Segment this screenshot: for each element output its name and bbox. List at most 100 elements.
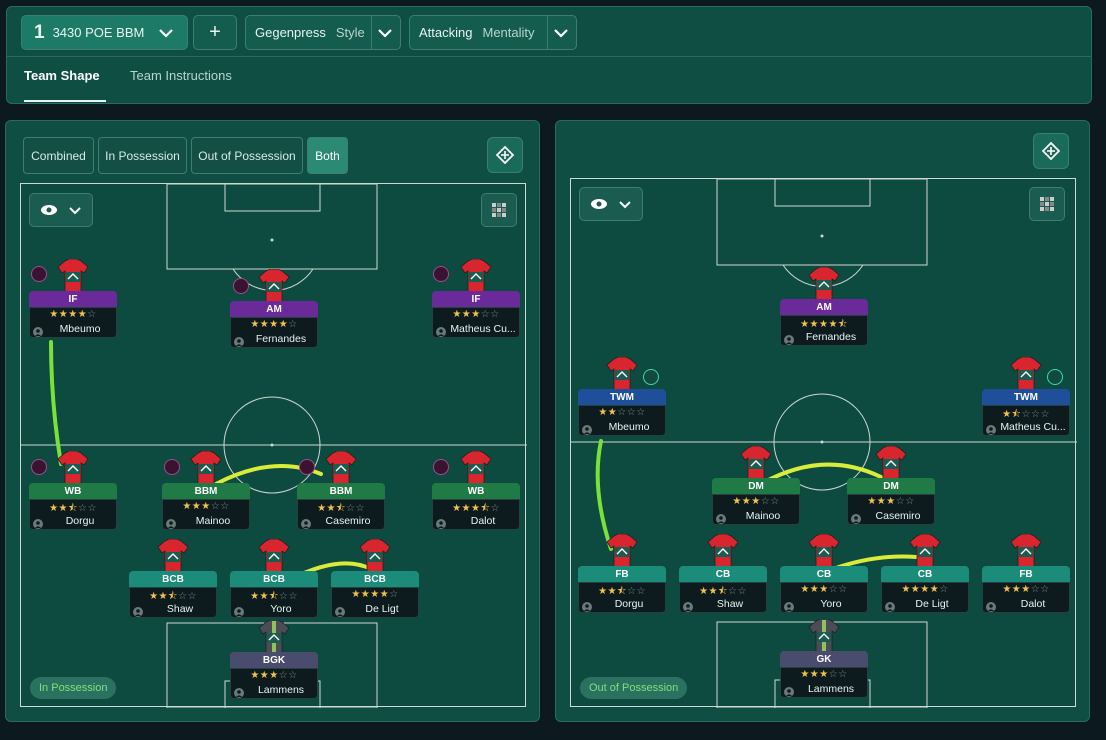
player-card[interactable]: WB ★★★⯪☆ Dalot <box>432 450 520 530</box>
player-card[interactable]: GK ★★★☆☆ Lammens <box>780 618 868 698</box>
role-label: CB <box>881 566 969 582</box>
pressing-style-dropdown[interactable]: Gegenpress Style <box>245 15 401 50</box>
player-card[interactable]: IF ★★★☆☆ Matheus Cu... <box>432 258 520 338</box>
pitch: Out of Possession AM ★★★★⯪ Fernandes TWM ★★☆… <box>570 178 1077 708</box>
player-name: De Ligt <box>915 598 949 610</box>
swap-view-button[interactable] <box>1033 133 1069 169</box>
star-rating: ★★★☆☆ <box>732 496 780 507</box>
person-icon <box>582 422 592 435</box>
player-card[interactable]: TWM ★⯪☆☆☆ Matheus Cu... <box>982 356 1070 436</box>
role-label: DM <box>712 478 800 494</box>
phase-label: Out of Possession <box>580 677 688 699</box>
person-icon <box>885 599 895 612</box>
player-card[interactable]: DM ★★★☆☆ Casemiro <box>847 445 935 525</box>
tab-team-shape[interactable]: Team Shape <box>24 68 106 102</box>
player-card[interactable]: DM ★★★☆☆ Mainoo <box>712 445 800 525</box>
role-duty-icon <box>433 459 449 475</box>
grid-view-button[interactable] <box>1029 187 1065 221</box>
player-info: ★★★☆☆ Matheus Cu... <box>432 307 520 338</box>
player-name: Yoro <box>820 598 842 610</box>
player-name: Shaw <box>166 603 194 615</box>
star-rating: ★★★★☆ <box>901 584 949 595</box>
player-card[interactable]: BCB ★★⯪☆☆ Yoro <box>230 538 318 618</box>
player-card[interactable]: WB ★★⯪☆☆ Dorgu <box>29 450 117 530</box>
person-icon <box>986 599 996 612</box>
segment-combined[interactable]: Combined <box>23 137 94 174</box>
segment-in-possession[interactable]: In Possession <box>98 137 187 174</box>
person-icon <box>234 685 244 698</box>
player-card[interactable]: BCB ★★★★☆ De Ligt <box>331 538 419 618</box>
player-name: Fernandes <box>805 331 857 343</box>
player-card[interactable]: IF ★★★★☆ Mbeumo <box>29 258 117 338</box>
phase-label: In Possession <box>30 677 117 699</box>
shirt-icon <box>740 445 772 480</box>
player-name: Casemiro <box>875 510 921 522</box>
person-icon <box>335 604 345 617</box>
player-name: Matheus Cu... <box>1000 421 1066 433</box>
diamond-arrows-icon <box>496 146 514 164</box>
player-name: Lammens <box>807 683 855 695</box>
role-duty-icon <box>164 459 180 475</box>
formation-dropdown[interactable]: 1 3430 POE BBM <box>21 15 188 50</box>
role-duty-icon <box>643 369 659 385</box>
segment-both[interactable]: Both <box>307 137 348 174</box>
person-icon <box>133 604 143 617</box>
out-of-possession-panel: Out of Possession AM ★★★★⯪ Fernandes TWM ★★☆… <box>555 120 1090 722</box>
add-tactic-button[interactable]: + <box>193 15 237 50</box>
role-label: FB <box>982 566 1070 582</box>
person-icon <box>301 516 311 529</box>
star-rating: ★★★★☆ <box>49 309 97 320</box>
chevron-down-icon <box>378 29 392 38</box>
player-info: ★★⯪☆☆ Dorgu <box>29 499 117 530</box>
segment-out-of-possession[interactable]: Out of Possession <box>191 137 303 174</box>
player-name: De Ligt <box>365 603 399 615</box>
player-name: Matheus Cu... <box>450 323 516 335</box>
shirt-icon <box>258 268 290 303</box>
shirt-icon <box>1010 356 1042 391</box>
person-icon <box>784 684 794 697</box>
swap-view-button[interactable] <box>487 137 523 173</box>
visibility-dropdown[interactable] <box>579 187 643 221</box>
shirt-icon <box>57 258 89 293</box>
star-rating: ★★★☆☆ <box>1002 584 1050 595</box>
player-card[interactable]: TWM ★★☆☆☆ Mbeumo <box>578 356 666 436</box>
player-card[interactable]: AM ★★★★☆ Fernandes <box>230 268 318 348</box>
visibility-dropdown[interactable] <box>29 193 93 227</box>
role-label: BCB <box>331 571 419 587</box>
chevron-down-icon <box>69 207 81 215</box>
divider <box>371 16 372 49</box>
tab-team-instructions[interactable]: Team Instructions <box>130 68 232 83</box>
chevron-down-icon <box>554 29 568 38</box>
player-card[interactable]: BBM ★★⯪☆☆ Casemiro <box>297 450 385 530</box>
player-card[interactable]: BCB ★★⯪☆☆ Shaw <box>129 538 217 618</box>
player-name: Shaw <box>716 598 744 610</box>
star-rating: ★★★☆☆ <box>800 584 848 595</box>
role-label: AM <box>230 301 318 317</box>
player-info: ★★★☆☆ Mainoo <box>162 499 250 530</box>
player-info: ★★★★☆ Mbeumo <box>29 307 117 338</box>
player-card[interactable]: CB ★★⯪☆☆ Shaw <box>679 533 767 613</box>
diamond-arrows-icon <box>1042 142 1060 160</box>
player-info: ★★★★☆ Fernandes <box>230 317 318 348</box>
player-card[interactable]: FB ★★★☆☆ Dalot <box>982 533 1070 613</box>
chevron-down-icon <box>619 201 631 209</box>
player-card[interactable]: FB ★★⯪☆☆ Dorgu <box>578 533 666 613</box>
role-label: IF <box>29 291 117 307</box>
shirt-icon <box>1010 533 1042 568</box>
role-label: TWM <box>982 389 1070 405</box>
shirt-icon <box>258 619 290 654</box>
grid-view-button[interactable] <box>481 193 517 227</box>
player-card[interactable]: CB ★★★☆☆ Yoro <box>780 533 868 613</box>
shirt-icon <box>359 538 391 573</box>
pitch: In Possession IF ★★★★☆ Mbeumo AM ★★★★☆ Fernan… <box>20 183 527 708</box>
player-card[interactable]: BBM ★★★☆☆ Mainoo <box>162 450 250 530</box>
mentality-dropdown[interactable]: Attacking Mentality <box>409 15 577 50</box>
divider <box>7 56 1091 57</box>
star-rating: ★★☆☆☆ <box>598 407 646 418</box>
person-icon <box>234 604 244 617</box>
player-card[interactable]: BGK ★★★☆☆ Lammens <box>230 619 318 699</box>
player-card[interactable]: CB ★★★★☆ De Ligt <box>881 533 969 613</box>
role-duty-icon <box>433 266 449 282</box>
player-name: Dorgu <box>614 598 644 610</box>
player-card[interactable]: AM ★★★★⯪ Fernandes <box>780 266 868 346</box>
